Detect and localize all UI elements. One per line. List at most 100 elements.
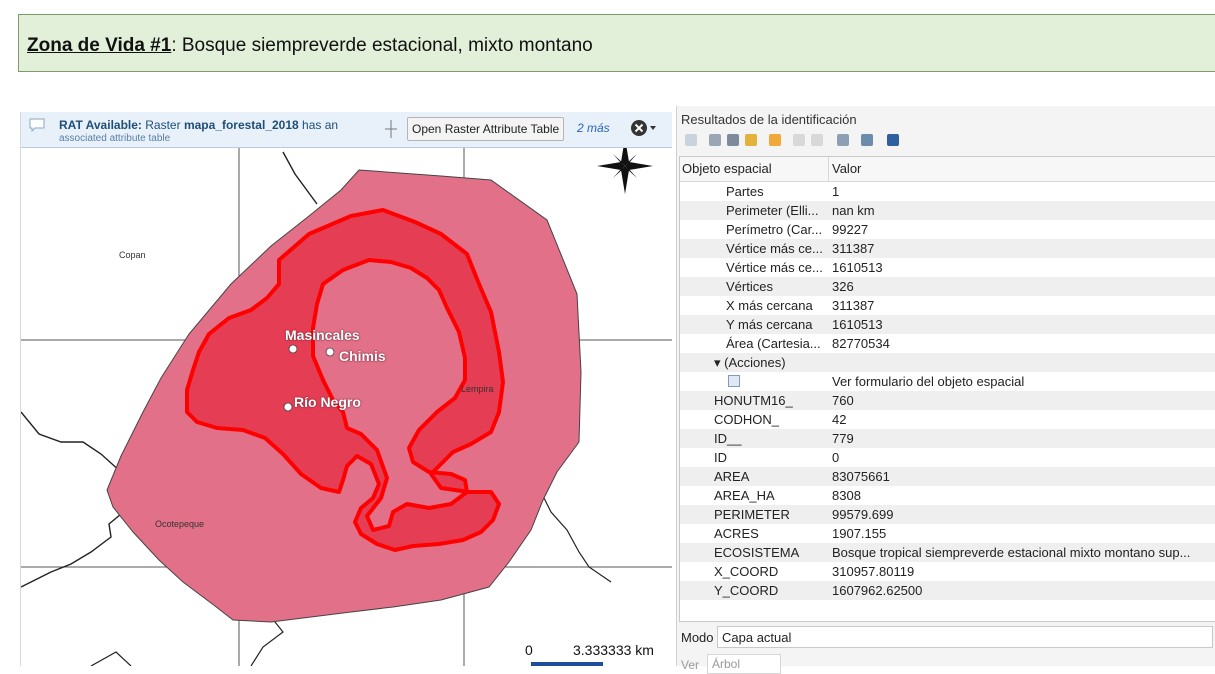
expand-new-icon[interactable] (727, 134, 739, 146)
result-row[interactable]: ECOSISTEMA Bosque tropical siempreverde e… (680, 543, 1215, 562)
identify-toolbar (683, 132, 943, 150)
close-icon[interactable] (629, 117, 659, 139)
result-field: AREA (714, 469, 750, 484)
result-row[interactable]: PERIMETER 99579.699 (680, 505, 1215, 524)
mode-select[interactable]: Capa actual (717, 626, 1213, 648)
select-mode-icon[interactable] (837, 134, 849, 146)
result-value: 99227 (832, 222, 869, 237)
result-field: ECOSISTEMA (714, 545, 800, 560)
result-value: 99579.699 (832, 507, 894, 522)
zone-description: : Bosque siempreverde estacional, mixto … (171, 35, 593, 56)
results-header: Objeto espacial Valor (680, 157, 1215, 182)
result-value: 760 (832, 393, 854, 408)
result-row[interactable]: Vértice más ce... 1610513 (680, 258, 1215, 277)
result-value: 326 (832, 279, 854, 294)
rat-text: Raster mapa_forestal_2018 has an (145, 118, 339, 132)
rat-subtext: associated attribute table (59, 133, 171, 142)
result-field: ACRES (714, 526, 759, 541)
result-row[interactable]: Vértices 326 (680, 277, 1215, 296)
result-value: 1610513 (832, 317, 883, 332)
expand-icon[interactable] (685, 134, 697, 146)
boundary-line (250, 616, 284, 666)
result-field: Área (Cartesia... (726, 336, 821, 351)
result-field: Y más cercana (726, 317, 813, 332)
result-row[interactable]: Vértice más ce... 311387 (680, 239, 1215, 258)
message-icon (29, 118, 45, 132)
scale-distance: 3.333333 km (573, 642, 654, 658)
result-field: Perimeter (Elli... (726, 203, 819, 218)
collapse-icon[interactable] (709, 134, 721, 146)
result-row[interactable]: Ver formulario del objeto espacial (680, 372, 1215, 391)
identify-title: Resultados de la identificación (681, 112, 857, 127)
result-value: nan km (832, 203, 875, 218)
results-tree[interactable]: Objeto espacial Valor Partes 1 Perimeter (… (679, 156, 1215, 622)
boundary-line (540, 491, 612, 583)
resize-handle-icon[interactable] (383, 118, 399, 140)
result-value: 1907.155 (832, 526, 887, 541)
result-row[interactable]: HONUTM16_ 760 (680, 391, 1215, 410)
result-row[interactable]: ID 0 (680, 448, 1215, 467)
help-icon[interactable] (887, 134, 899, 146)
boundary-line (282, 151, 318, 205)
result-row[interactable]: ID__ 779 (680, 429, 1215, 448)
result-row[interactable]: X_COORD 310957.80119 (680, 562, 1215, 581)
clear-results-icon[interactable] (745, 134, 757, 146)
settings-icon[interactable] (861, 134, 873, 146)
town-label-rio-negro: Río Negro (294, 394, 361, 410)
result-value: 311387 (832, 241, 875, 256)
rat-notification-bar: RAT Available: Raster mapa_forestal_2018… (21, 112, 672, 148)
result-value: 1607962.62500 (832, 583, 923, 598)
scale-label: 0 3.333333 km (525, 642, 672, 664)
identify-results-panel: Resultados de la identificación Objeto e… (676, 106, 1215, 674)
map-graphics (21, 112, 672, 666)
result-row[interactable]: ACRES 1907.155 (680, 524, 1215, 543)
result-field: X más cercana (726, 298, 813, 313)
result-row[interactable]: Y_COORD 1607962.62500 (680, 581, 1215, 600)
result-row[interactable]: ▾ (Acciones) (680, 353, 1215, 372)
result-row[interactable]: Partes 1 (680, 182, 1215, 201)
result-row[interactable]: Perimeter (Elli... nan km (680, 201, 1215, 220)
result-value: Bosque tropical siempreverde estacional … (832, 545, 1191, 560)
result-field: ID (714, 450, 727, 465)
town-label-chimis: Chimis (339, 348, 386, 364)
result-row[interactable]: X más cercana 311387 (680, 296, 1215, 315)
view-label: Ver (681, 658, 700, 672)
rat-label: RAT Available: (59, 118, 142, 132)
result-field: ▾ (Acciones) (714, 355, 786, 370)
town-label-masincales: Masincales (285, 327, 360, 343)
zone-banner: Zona de Vida #1: Bosque siempreverde est… (18, 14, 1215, 72)
boundary-line (90, 651, 132, 666)
result-value: 779 (832, 431, 854, 446)
highlight-icon[interactable] (769, 134, 781, 146)
result-field: Y_COORD (714, 583, 779, 598)
result-field: ID__ (714, 431, 742, 446)
more-messages-link[interactable]: 2 más (577, 121, 610, 135)
result-value: 310957.80119 (832, 564, 915, 579)
result-value: 8308 (832, 488, 861, 503)
label-lempira: Lempira (461, 384, 494, 394)
link-icon[interactable] (811, 134, 823, 146)
result-value: 311387 (832, 298, 875, 313)
header-value: Valor (832, 161, 862, 176)
result-row[interactable]: AREA 83075661 (680, 467, 1215, 486)
header-feature: Objeto espacial (682, 161, 772, 176)
open-attribute-table-button[interactable]: Open Raster Attribute Table (407, 117, 565, 141)
result-row[interactable]: AREA_HA 8308 (680, 486, 1215, 505)
mode-label: Modo (681, 630, 714, 645)
result-field: CODHON_ (714, 412, 780, 427)
result-row[interactable]: Área (Cartesia... 82770534 (680, 334, 1215, 353)
result-value: 82770534 (832, 336, 890, 351)
result-row[interactable]: Y más cercana 1610513 (680, 315, 1215, 334)
result-value: Ver formulario del objeto espacial (832, 374, 1025, 389)
result-field: Vértices (726, 279, 773, 294)
result-row[interactable]: Perímetro (Car... 99227 (680, 220, 1215, 239)
rat-message: RAT Available: Raster mapa_forestal_2018… (59, 118, 359, 142)
map-canvas[interactable]: Copan Ocotepeque Lempira Masincales Chim… (20, 112, 672, 666)
copy-icon[interactable] (793, 134, 805, 146)
raster-name: mapa_forestal_2018 (183, 118, 299, 132)
form-icon[interactable] (728, 375, 740, 387)
view-select[interactable]: Árbol (707, 654, 781, 674)
result-row[interactable]: CODHON_ 42 (680, 410, 1215, 429)
result-field: Vértice más ce... (726, 241, 823, 256)
result-value: 83075661 (832, 469, 890, 484)
